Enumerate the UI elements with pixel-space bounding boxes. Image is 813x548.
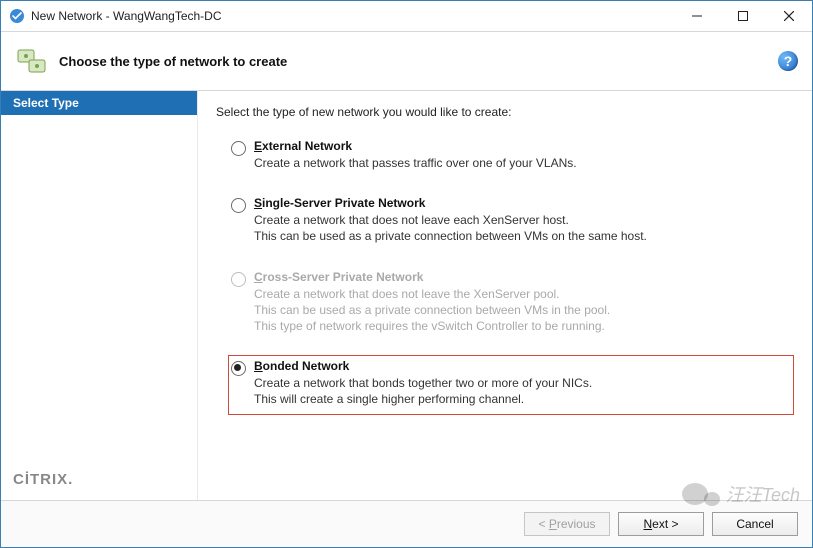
option-bonded[interactable]: Bonded Network Create a network that bond… <box>228 355 794 414</box>
option-cross: Cross-Server Private Network Create a net… <box>228 266 794 342</box>
wizard-content: Select the type of new network you would… <box>198 91 812 500</box>
maximize-button[interactable] <box>720 1 766 31</box>
option-desc: Create a network that passes traffic ove… <box>254 155 577 171</box>
wizard-sidebar: Select Type CİTRIX. <box>1 91 198 500</box>
option-label: Bonded Network <box>254 359 592 373</box>
dialog-window: New Network - WangWangTech-DC Choose the… <box>0 0 813 548</box>
next-button[interactable]: Next > <box>618 512 704 536</box>
option-external[interactable]: External Network Create a network that pa… <box>228 135 794 178</box>
citrix-logo: CİTRIX. <box>1 461 197 500</box>
page-title: Choose the type of network to create <box>59 54 287 69</box>
option-desc: Create a network that does not leave the… <box>254 286 610 335</box>
radio-single[interactable] <box>231 198 246 213</box>
previous-button: < Previous <box>524 512 610 536</box>
radio-cross <box>231 272 246 287</box>
window-title: New Network - WangWangTech-DC <box>31 9 222 23</box>
radio-bonded[interactable] <box>231 361 246 376</box>
network-type-options: External Network Create a network that pa… <box>216 135 794 415</box>
cancel-button[interactable]: Cancel <box>712 512 798 536</box>
network-wizard-icon <box>15 44 49 78</box>
minimize-button[interactable] <box>674 1 720 31</box>
titlebar: New Network - WangWangTech-DC <box>1 1 812 32</box>
option-desc: Create a network that does not leave eac… <box>254 212 647 244</box>
wizard-footer: < Previous Next > Cancel <box>1 500 812 547</box>
option-label: Single-Server Private Network <box>254 196 647 210</box>
close-button[interactable] <box>766 1 812 31</box>
option-label: Cross-Server Private Network <box>254 270 610 284</box>
wizard-header: Choose the type of network to create ? <box>1 32 812 90</box>
step-select-type[interactable]: Select Type <box>1 91 197 115</box>
app-icon <box>9 8 25 24</box>
help-icon[interactable]: ? <box>778 51 798 71</box>
wizard-body: Select Type CİTRIX. Select the type of n… <box>1 90 812 500</box>
content-prompt: Select the type of new network you would… <box>216 105 794 119</box>
radio-external[interactable] <box>231 141 246 156</box>
option-single[interactable]: Single-Server Private Network Create a ne… <box>228 192 794 251</box>
option-label: External Network <box>254 139 577 153</box>
option-desc: Create a network that bonds together two… <box>254 375 592 407</box>
